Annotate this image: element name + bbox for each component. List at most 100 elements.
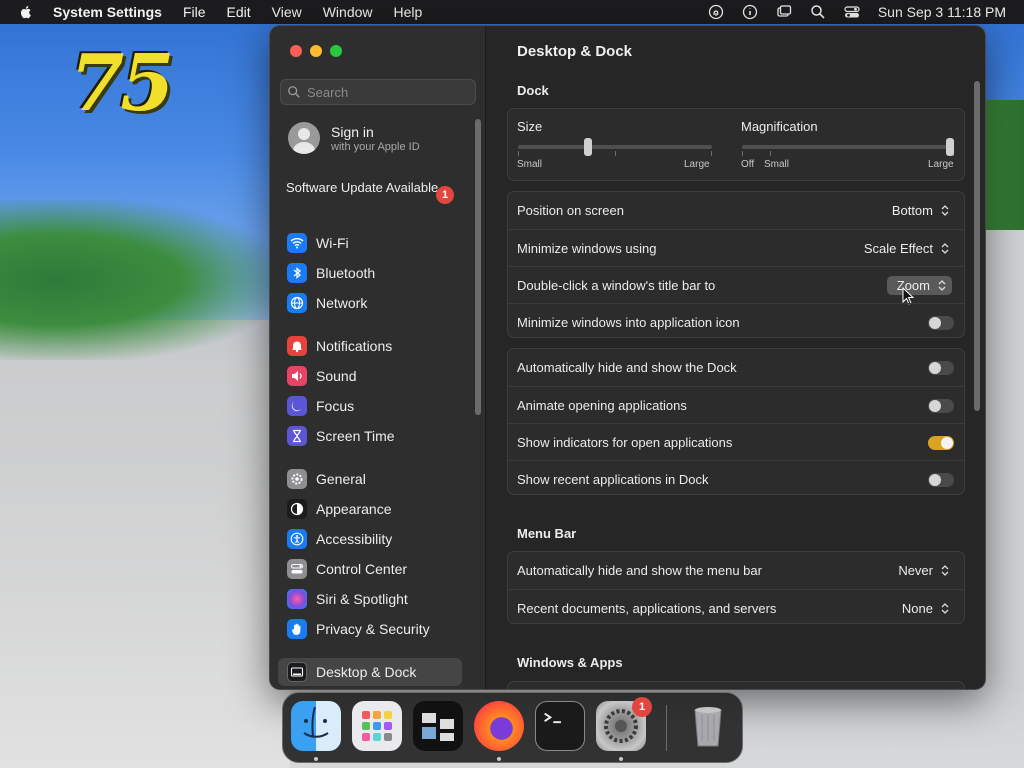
magnification-label: Magnification (741, 119, 818, 134)
minimize-button[interactable] (310, 45, 322, 57)
menu-help[interactable]: Help (394, 4, 423, 20)
sidebar-item-label: Screen Time (316, 428, 395, 444)
sidebar-item-network[interactable]: Network (278, 289, 462, 317)
updown-chevron-icon (938, 240, 952, 257)
apple-id-signin[interactable]: Sign in with your Apple ID (288, 122, 420, 154)
moon-icon (287, 396, 307, 416)
sidebar-item-sound[interactable]: Sound (278, 362, 462, 390)
firefox-icon[interactable] (474, 701, 524, 751)
sidebar-item-wifi[interactable]: Wi-Fi (278, 229, 462, 257)
system-settings-window: Sign in with your Apple ID Software Upda… (269, 25, 986, 690)
sidebar-item-bluetooth[interactable]: Bluetooth (278, 259, 462, 287)
sidebar: Sign in with your Apple ID Software Upda… (270, 26, 486, 689)
menu-edit[interactable]: Edit (227, 4, 251, 20)
magnification-slider-track[interactable] (742, 145, 954, 149)
signin-subtitle: with your Apple ID (331, 140, 420, 153)
gear-icon (287, 469, 307, 489)
setting-row: Minimize windows using Scale Effect (508, 229, 964, 266)
menu-window[interactable]: Window (323, 4, 373, 20)
search-icon[interactable] (810, 4, 826, 20)
setting-row: Show recent applications in Dock (508, 460, 964, 497)
animate-opening-toggle[interactable] (928, 399, 954, 413)
updown-chevron-icon (938, 562, 952, 579)
menu-app-name[interactable]: System Settings (53, 4, 162, 20)
sidebar-item-label: Privacy & Security (316, 621, 430, 637)
sidebar-item-notifications[interactable]: Notifications (278, 332, 462, 360)
setting-row: Minimize windows into application icon (508, 303, 964, 340)
content-pane: Desktop & Dock Dock Size Small Large Mag… (487, 26, 985, 689)
size-slider-knob[interactable] (583, 138, 592, 156)
position-popup[interactable]: Bottom (892, 201, 952, 220)
bell-icon (287, 336, 307, 356)
globe-icon (287, 293, 307, 313)
app-icon[interactable] (413, 701, 463, 751)
sidebar-item-focus[interactable]: Focus (278, 392, 462, 420)
sidebar-item-siri-spotlight[interactable]: Siri & Spotlight (278, 585, 462, 613)
recent-items-popup[interactable]: None (902, 599, 952, 618)
screen-mirroring-icon[interactable] (776, 4, 792, 20)
sidebar-item-control-center[interactable]: Control Center (278, 555, 462, 583)
show-indicators-toggle[interactable] (928, 436, 954, 450)
menu-clock[interactable]: Sun Sep 3 11:18 PM (878, 4, 1006, 20)
system-settings-icon[interactable]: 1 (596, 697, 652, 751)
sidebar-item-appearance[interactable]: Appearance (278, 495, 462, 523)
sidebar-item-privacy-security[interactable]: Privacy & Security (278, 615, 462, 643)
content-scrollbar[interactable] (974, 81, 980, 411)
sidebar-item-general[interactable]: General (278, 465, 462, 493)
speaker-icon (287, 366, 307, 386)
sidebar-item-screen-time[interactable]: Screen Time (278, 422, 462, 450)
siri-icon (287, 589, 307, 609)
terminal-icon[interactable] (535, 701, 585, 751)
double-click-popup[interactable]: Zoom (886, 276, 952, 295)
setting-label: Automatically hide and show the Dock (517, 360, 737, 375)
setting-label: Recent documents, applications, and serv… (517, 600, 777, 616)
launchpad-icon[interactable] (352, 701, 402, 751)
popup-value: Scale Effect (863, 241, 933, 256)
appearance-icon (287, 499, 307, 519)
sidebar-item-label: Notifications (316, 338, 393, 354)
menu-file[interactable]: File (183, 4, 206, 20)
wallpaper-logo: 75 (70, 38, 175, 129)
menu-bar: System Settings File Edit View Window He… (0, 0, 1024, 24)
size-label: Size (517, 119, 543, 134)
magnification-slider-knob[interactable] (946, 138, 954, 156)
close-button[interactable] (290, 45, 302, 57)
wallpaper-foliage (0, 200, 280, 360)
info-circle-icon[interactable] (742, 4, 758, 20)
show-recent-apps-toggle[interactable] (928, 473, 954, 487)
sidebar-item-label: Siri & Spotlight (316, 591, 408, 607)
software-update-available[interactable]: Software Update Available (286, 180, 456, 196)
autohide-menubar-popup[interactable]: Never (898, 561, 952, 580)
minimize-into-icon-toggle[interactable] (928, 316, 954, 330)
autohide-dock-toggle[interactable] (928, 361, 954, 375)
sidebar-item-accessibility[interactable]: Accessibility (278, 525, 462, 553)
setting-label: Automatically hide and show the menu bar (517, 563, 762, 578)
sidebar-item-label: Control Center (316, 561, 408, 577)
sidebar-scrollbar[interactable] (475, 119, 481, 415)
updown-chevron-icon (935, 277, 949, 294)
size-tick (711, 151, 712, 156)
size-tick (518, 151, 519, 156)
finder-icon[interactable] (291, 701, 341, 751)
size-slider-track[interactable] (518, 145, 712, 149)
apple-logo-icon[interactable] (18, 4, 34, 20)
search-icon (288, 86, 300, 98)
sidebar-item-desktop-dock[interactable]: Desktop & Dock (278, 658, 462, 686)
sidebar-item-label: Desktop & Dock (316, 664, 417, 680)
setting-row: Automatically hide and show the menu bar… (508, 552, 964, 589)
sidebar-item-label: Accessibility (316, 531, 393, 547)
sidebar-search[interactable] (280, 79, 476, 105)
menu-view[interactable]: View (272, 4, 302, 20)
magnification-tick (742, 151, 743, 156)
menu-bar-card: Automatically hide and show the menu bar… (507, 551, 965, 624)
accessibility-icon (287, 529, 307, 549)
fingerprint-icon[interactable] (708, 4, 724, 20)
search-input[interactable] (307, 84, 467, 100)
trash-icon[interactable] (683, 701, 733, 751)
minimize-effect-popup[interactable]: Scale Effect (864, 239, 952, 258)
control-center-icon[interactable] (844, 4, 860, 20)
size-tick (615, 151, 616, 156)
section-title-windows-apps: Windows & Apps (517, 655, 623, 670)
popup-value: Bottom (891, 203, 933, 218)
zoom-button[interactable] (330, 45, 342, 57)
